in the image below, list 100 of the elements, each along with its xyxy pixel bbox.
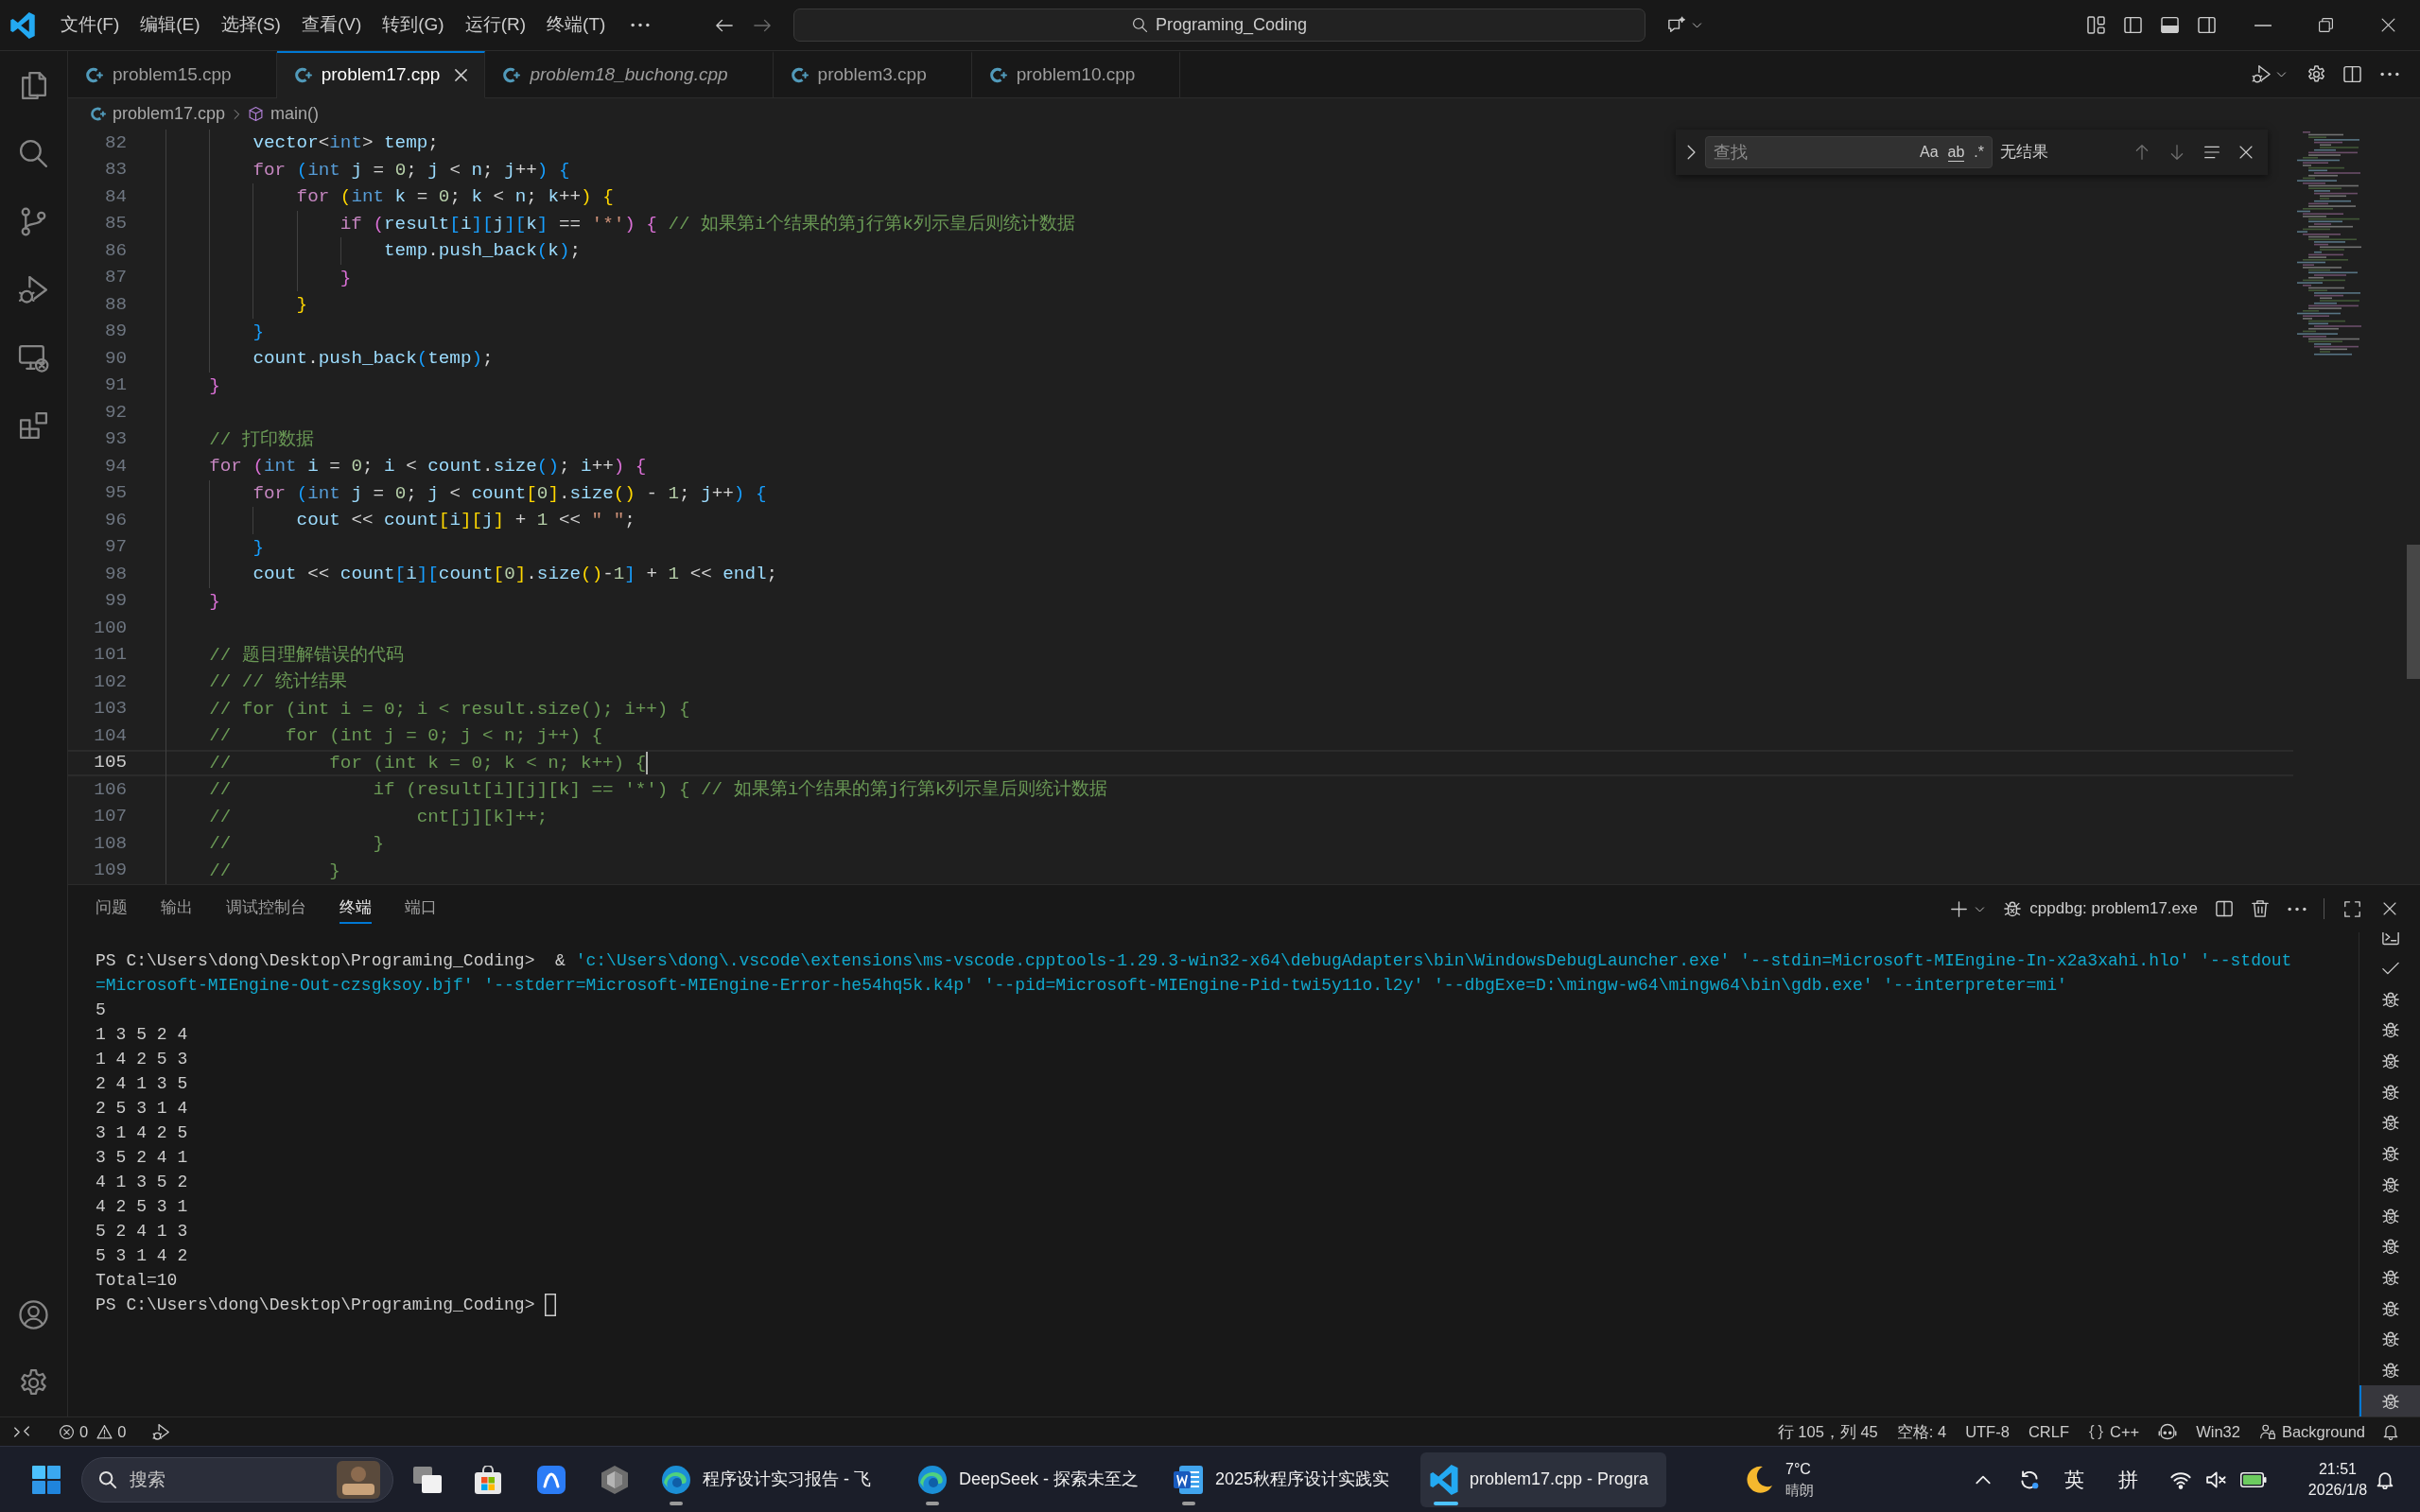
panel-icon[interactable]	[2160, 15, 2180, 35]
bell-icon[interactable]	[2382, 1423, 2399, 1440]
editor-tab[interactable]: problem10.cpp	[971, 51, 1181, 98]
menu-item[interactable]: 编辑(E)	[130, 8, 211, 43]
stacked-windows-icon[interactable]	[413, 1466, 442, 1493]
panel-tab[interactable]: 输出	[161, 894, 193, 924]
shopping-bag-icon[interactable]	[474, 1465, 502, 1494]
arrow-down-icon[interactable]	[2168, 144, 2185, 161]
menu-item[interactable]: 转到(G)	[372, 8, 455, 43]
maximize-icon[interactable]	[2343, 899, 2361, 918]
logo-icon[interactable]	[10, 11, 35, 39]
panel-tab[interactable]: 端口	[405, 894, 437, 924]
settings-icon[interactable]	[2307, 64, 2326, 84]
menu-item[interactable]: 文件(F)	[50, 8, 131, 43]
remote-icon[interactable]	[13, 1423, 30, 1440]
sidebar-right-icon[interactable]	[2197, 15, 2217, 35]
person-lock-icon	[2258, 1423, 2276, 1440]
line-number: 103	[94, 697, 127, 721]
close-icon[interactable]	[2380, 17, 2396, 33]
line-number: 90	[104, 346, 127, 371]
sidebar-left-icon[interactable]	[2123, 15, 2143, 35]
input-indicator[interactable]: 英	[2053, 1460, 2095, 1499]
line-number: 104	[94, 723, 127, 748]
scrollbar-thumb[interactable]	[2407, 545, 2420, 679]
line-ending-button[interactable]: CRLF	[2018, 1417, 2079, 1446]
line-number: 93	[104, 427, 127, 452]
clock-date[interactable]: 2026/1/8	[2307, 1479, 2368, 1501]
editor-tab[interactable]: problem3.cpp	[773, 51, 972, 98]
find-option[interactable]: ab	[1942, 140, 1970, 165]
taskbar-window-button[interactable]: DeepSeek - 探索未至之	[908, 1451, 1154, 1507]
close-icon[interactable]	[2238, 145, 2254, 160]
robot-icon[interactable]	[2158, 1422, 2178, 1441]
find-in-selection-icon[interactable]	[2203, 144, 2220, 161]
terminal-session-button[interactable]: cppdbg: problem17.exe	[2003, 896, 2198, 921]
menu-item[interactable]: 查看(V)	[290, 8, 373, 43]
code-line: // }	[209, 832, 385, 857]
minimize-icon[interactable]	[2255, 24, 2272, 26]
more-icon[interactable]	[2380, 72, 2399, 77]
code-line: }	[339, 266, 352, 290]
sync-icon[interactable]	[2019, 1469, 2040, 1490]
editor-tab[interactable]: problem15.cpp	[68, 51, 277, 98]
terminal-line: 3 5 2 4 1	[96, 1147, 188, 1169]
line-number: 100	[94, 616, 127, 640]
terminal-line: Total=10	[96, 1270, 178, 1292]
breadcrumb-item[interactable]: main()	[248, 101, 320, 127]
trash-icon[interactable]	[2251, 899, 2270, 918]
split-editor-icon[interactable]	[2342, 64, 2362, 84]
bell-icon[interactable]	[2376, 1469, 2394, 1489]
background-button[interactable]: Background	[2249, 1417, 2375, 1446]
find-option[interactable]: .*	[1969, 140, 1989, 165]
menu-item[interactable]: 选择(S)	[210, 8, 291, 43]
battery-icon[interactable]	[2240, 1471, 2267, 1487]
app-tile-icon[interactable]	[537, 1465, 566, 1494]
breadcrumb-item[interactable]: problem17.cpp	[91, 101, 226, 127]
more-icon[interactable]	[631, 23, 651, 27]
extensions-icon[interactable]	[18, 409, 49, 442]
problems-button[interactable]: 0 0	[53, 1417, 132, 1446]
indentation-button[interactable]: 空格: 4	[1887, 1417, 1957, 1446]
language-button[interactable]: C++	[2078, 1417, 2150, 1446]
panel-tab[interactable]: 调试控制台	[226, 894, 306, 924]
four-squares-icon[interactable]	[32, 1465, 61, 1494]
find-option[interactable]: Aa	[1914, 140, 1943, 165]
hexagon-icon[interactable]	[601, 1465, 628, 1494]
run-debug-icon[interactable]	[2252, 64, 2272, 84]
close-icon[interactable]	[453, 68, 468, 82]
input-indicator[interactable]: 拼	[2107, 1460, 2149, 1499]
chat-sparkle-icon[interactable]	[1666, 15, 1687, 35]
editor-tab[interactable]: problem17.cpp	[276, 51, 486, 98]
clock-time[interactable]: 21:51	[2318, 1458, 2357, 1480]
account-icon[interactable]	[18, 1298, 49, 1330]
close-icon[interactable]	[2382, 901, 2397, 916]
terminal-cursor-icon	[545, 1294, 557, 1316]
find-input[interactable]: 查找 Aa ab .*	[1705, 136, 1993, 168]
code-line: if (result[i][j][k] == '*') { // 如果第i个结果的第j行第k列示皇后则统计数据	[339, 212, 1075, 236]
terminal-list-item[interactable]	[2359, 1385, 2420, 1416]
panel-tab[interactable]: 问题	[96, 894, 128, 924]
search-icon[interactable]	[18, 137, 49, 169]
arrow-up-icon[interactable]	[2133, 144, 2150, 161]
run-debug-icon[interactable]	[18, 273, 49, 305]
panel-tab[interactable]: 终端	[339, 894, 372, 924]
encoding-button[interactable]: UTF-8	[1956, 1417, 2019, 1446]
taskbar-window-button[interactable]: problem17.cpp - Progra	[1420, 1451, 1666, 1507]
command-center[interactable]: Programing_Coding	[793, 9, 1645, 42]
moon-icon[interactable]	[1744, 1464, 1774, 1495]
cursor-position[interactable]: 行 105，列 45	[1767, 1417, 1888, 1446]
menu-item[interactable]: 运行(R)	[454, 8, 537, 43]
split-terminal-icon[interactable]	[2215, 899, 2234, 918]
editor-tab[interactable]: problem18_buchong.cpp	[485, 51, 774, 98]
menu-item[interactable]: 终端(T)	[536, 8, 617, 43]
platform-button[interactable]: Win32	[2186, 1417, 2250, 1446]
more-icon[interactable]	[2288, 906, 2307, 912]
restore-icon[interactable]	[2317, 17, 2334, 33]
cpp-file-icon	[503, 67, 521, 83]
taskbar-window-button[interactable]: 程序设计实习报告 - 飞	[652, 1451, 897, 1507]
plus-icon[interactable]	[1950, 899, 1969, 918]
layout-icon[interactable]	[2086, 15, 2106, 35]
bug-icon	[2381, 1237, 2400, 1257]
taskbar-window-button[interactable]: 2025秋程序设计实践实	[1164, 1451, 1410, 1507]
terminal-line: 5	[96, 999, 106, 1021]
run-debug-icon[interactable]	[152, 1422, 171, 1441]
